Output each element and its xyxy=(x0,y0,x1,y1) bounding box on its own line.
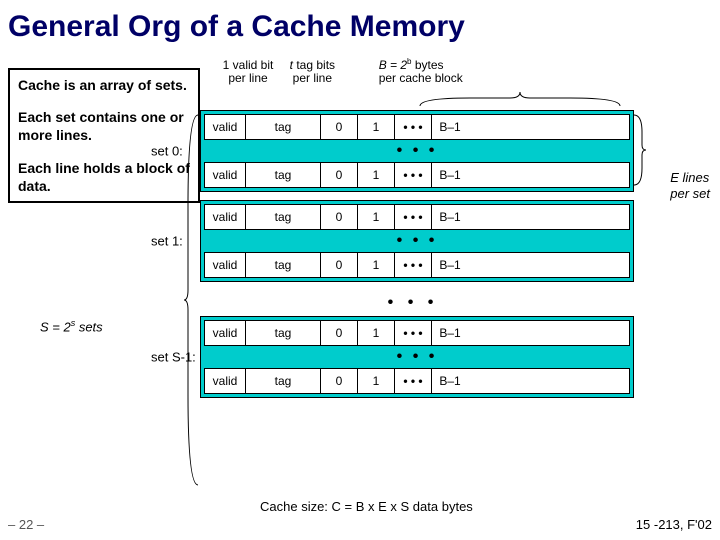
vdots-icon: • • • xyxy=(204,230,630,252)
s-sets-label: S = 2s sets xyxy=(40,318,103,334)
sets-container: set 0: validtag01• • •B–1 • • • validtag… xyxy=(200,110,634,406)
bytes-brace-icon xyxy=(420,92,620,108)
valid-cell: valid xyxy=(205,253,246,277)
dots-icon: • • • xyxy=(395,205,432,229)
set-0-label: set 0: xyxy=(151,144,183,159)
byte-0: 0 xyxy=(321,369,358,393)
set-vdots-icon: • • • xyxy=(200,290,626,316)
dots-icon: • • • xyxy=(395,115,432,139)
vdots-icon: • • • xyxy=(204,140,630,162)
cache-size-label: Cache size: C = B x E x S data bytes xyxy=(260,499,473,514)
tag-cell: tag xyxy=(246,369,321,393)
valid-cell: valid xyxy=(205,115,246,139)
info-box: Cache is an array of sets. Each set cont… xyxy=(8,68,200,203)
tag-cell: tag xyxy=(246,115,321,139)
byte-0: 0 xyxy=(321,205,358,229)
cache-line: validtag01• • •B–1 xyxy=(204,252,630,278)
byte-1: 1 xyxy=(358,321,395,345)
byte-last: B–1 xyxy=(432,253,468,277)
dots-icon: • • • xyxy=(395,369,432,393)
tag-cell: tag xyxy=(246,205,321,229)
e-lines-label: E linesper set xyxy=(670,170,710,201)
e-brace-icon xyxy=(634,115,648,185)
byte-1: 1 xyxy=(358,115,395,139)
bytes-label: B = 2b bytesper cache block xyxy=(349,58,559,85)
tag-cell: tag xyxy=(246,163,321,187)
byte-last: B–1 xyxy=(432,321,468,345)
column-labels: 1 valid bit per line t tag bitsper line … xyxy=(220,58,559,85)
byte-last: B–1 xyxy=(432,369,468,393)
cache-line: validtag01• • •B–1 xyxy=(204,320,630,346)
vdots-icon: • • • xyxy=(204,346,630,368)
byte-0: 0 xyxy=(321,321,358,345)
page-title: General Org of a Cache Memory xyxy=(0,0,720,48)
cache-line: validtag01• • •B–1 xyxy=(204,204,630,230)
cache-line: validtag01• • •B–1 xyxy=(204,162,630,188)
tag-cell: tag xyxy=(246,253,321,277)
byte-0: 0 xyxy=(321,163,358,187)
byte-1: 1 xyxy=(358,253,395,277)
byte-last: B–1 xyxy=(432,163,468,187)
cache-line: validtag01• • •B–1 xyxy=(204,114,630,140)
tag-cell: tag xyxy=(246,321,321,345)
byte-1: 1 xyxy=(358,205,395,229)
course-code: 15 -213, F'02 xyxy=(636,517,712,532)
byte-last: B–1 xyxy=(432,205,468,229)
info-p1: Cache is an array of sets. xyxy=(18,76,190,94)
set-1: set 1: validtag01• • •B–1 • • • validtag… xyxy=(200,200,634,282)
set-0: set 0: validtag01• • •B–1 • • • validtag… xyxy=(200,110,634,192)
valid-cell: valid xyxy=(205,163,246,187)
byte-0: 0 xyxy=(321,253,358,277)
byte-0: 0 xyxy=(321,115,358,139)
info-p2: Each set contains one or more lines. xyxy=(18,108,190,144)
valid-cell: valid xyxy=(205,369,246,393)
valid-cell: valid xyxy=(205,205,246,229)
dots-icon: • • • xyxy=(395,321,432,345)
tag-bits-label: t tag bitsper line xyxy=(279,59,345,85)
byte-last: B–1 xyxy=(432,115,468,139)
set-1-label: set 1: xyxy=(151,234,183,249)
cache-line: validtag01• • •B–1 xyxy=(204,368,630,394)
valid-bit-label: 1 valid bit per line xyxy=(220,59,276,85)
dots-icon: • • • xyxy=(395,253,432,277)
dots-icon: • • • xyxy=(395,163,432,187)
set-s-1: set S-1: validtag01• • •B–1 • • • validt… xyxy=(200,316,634,398)
slide-number: – 22 – xyxy=(8,517,44,532)
valid-cell: valid xyxy=(205,321,246,345)
set-s-1-label: set S-1: xyxy=(151,350,196,365)
byte-1: 1 xyxy=(358,163,395,187)
byte-1: 1 xyxy=(358,369,395,393)
info-p3: Each line holds a block of data. xyxy=(18,159,190,195)
